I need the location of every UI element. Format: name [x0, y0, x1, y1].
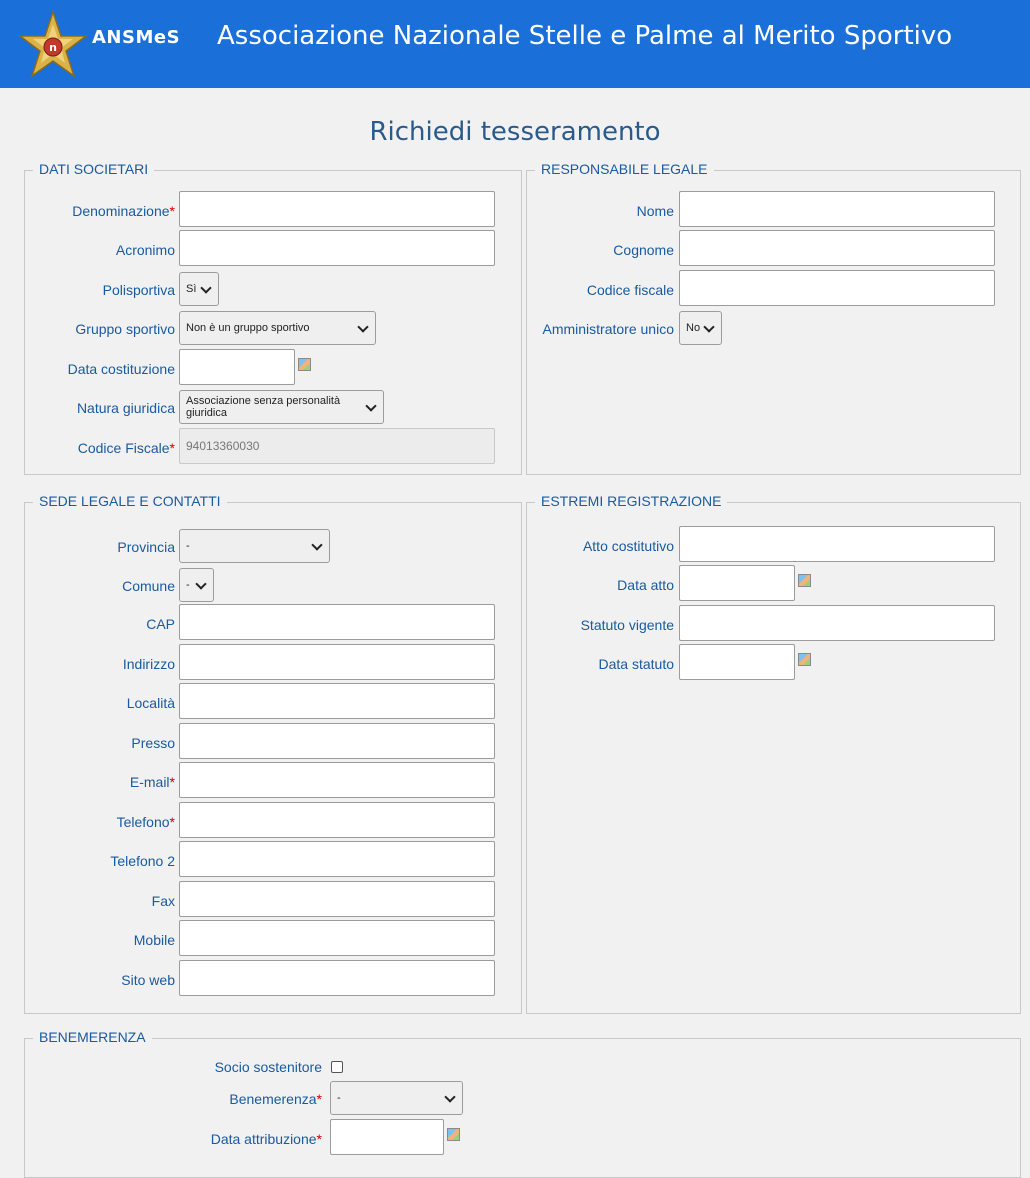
label-denominazione: Denominazione* — [72, 203, 175, 219]
atto-costitutivo-input[interactable] — [679, 526, 995, 562]
data-costituzione-input[interactable] — [179, 349, 295, 385]
label-natura-giuridica: Natura giuridica — [76, 400, 175, 416]
label-polisportiva: Polisportiva — [102, 282, 175, 298]
label-data-attribuzione: Data attribuzione* — [210, 1131, 322, 1147]
denominazione-input[interactable] — [179, 191, 495, 227]
legend-sede-legale: SEDE LEGALE E CONTATTI — [33, 493, 227, 509]
label-telefono2: Telefono 2 — [110, 853, 175, 869]
site-header: n ANSMeS Associazione Nazionale Stelle e… — [0, 0, 1030, 88]
statuto-vigente-input[interactable] — [679, 605, 995, 641]
chevron-down-icon — [703, 321, 715, 333]
label-email: E-mail* — [129, 774, 175, 790]
label-sito-web: Sito web — [121, 972, 175, 988]
label-localita: Località — [126, 695, 175, 711]
codice-fiscale-input[interactable] — [179, 428, 495, 464]
label-telefono: Telefono* — [116, 814, 175, 830]
fax-input[interactable] — [179, 881, 495, 917]
label-data-costituzione: Data costituzione — [67, 361, 175, 377]
legend-dati-societari: DATI SOCIETARI — [33, 161, 155, 177]
natura-giuridica-select[interactable]: Associazione senza personalità giuridica — [179, 390, 384, 424]
label-codice-fiscale-resp: Codice fiscale — [586, 282, 674, 298]
presso-input[interactable] — [179, 723, 495, 759]
calendar-icon[interactable] — [447, 1128, 460, 1141]
fieldset-estremi-registrazione: ESTREMI REGISTRAZIONE Atto costitutivo D… — [526, 493, 1021, 1014]
data-atto-input[interactable] — [679, 565, 795, 601]
legend-benemerenza: BENEMERENZA — [33, 1029, 152, 1045]
chevron-down-icon — [195, 578, 207, 590]
fieldset-sede-legale: SEDE LEGALE E CONTATTI Provincia - Comun… — [24, 493, 522, 1014]
brand-name: ANSMeS — [92, 27, 181, 48]
label-data-atto: Data atto — [617, 577, 674, 593]
acronimo-input[interactable] — [179, 230, 495, 266]
email-input[interactable] — [179, 762, 495, 798]
label-atto-costitutivo: Atto costitutivo — [582, 538, 674, 554]
fieldset-responsabile-legale: RESPONSABILE LEGALE Nome Cognome Codice … — [526, 161, 1021, 475]
chevron-down-icon — [311, 539, 323, 551]
label-nome: Nome — [636, 203, 674, 219]
star-logo-icon[interactable]: n — [18, 10, 88, 80]
localita-input[interactable] — [179, 683, 495, 719]
data-attribuzione-input[interactable] — [330, 1119, 444, 1155]
gruppo-sportivo-select[interactable]: Non è un gruppo sportivo — [179, 311, 376, 345]
label-data-statuto: Data statuto — [598, 656, 675, 672]
page-title: Richiedi tesseramento — [369, 117, 661, 147]
svg-text:n: n — [49, 41, 57, 54]
label-statuto-vigente: Statuto vigente — [580, 617, 674, 633]
chevron-down-icon — [444, 1091, 456, 1103]
socio-sostenitore-checkbox[interactable] — [331, 1061, 343, 1073]
label-cap: CAP — [146, 616, 175, 632]
sito-web-input[interactable] — [179, 960, 495, 996]
polisportiva-select[interactable]: Sì — [179, 272, 219, 306]
label-socio-sostenitore: Socio sostenitore — [214, 1059, 322, 1075]
calendar-icon[interactable] — [298, 358, 311, 371]
calendar-icon[interactable] — [798, 653, 811, 666]
label-indirizzo: Indirizzo — [122, 656, 175, 672]
legend-estremi-registrazione: ESTREMI REGISTRAZIONE — [535, 493, 728, 509]
codice-fiscale-resp-input[interactable] — [679, 270, 995, 306]
label-mobile: Mobile — [133, 932, 175, 948]
cap-input[interactable] — [179, 604, 495, 640]
label-fax: Fax — [151, 893, 175, 909]
label-presso: Presso — [131, 735, 175, 751]
label-benemerenza: Benemerenza* — [229, 1091, 322, 1107]
legend-responsabile-legale: RESPONSABILE LEGALE — [535, 161, 714, 177]
telefono-input[interactable] — [179, 802, 495, 838]
chevron-down-icon — [357, 321, 369, 333]
label-amministratore-unico: Amministratore unico — [542, 321, 675, 337]
label-provincia: Provincia — [117, 539, 175, 555]
benemerenza-select[interactable]: - — [330, 1081, 463, 1115]
comune-select[interactable]: - — [179, 568, 214, 602]
calendar-icon[interactable] — [798, 574, 811, 587]
label-codice-fiscale: Codice Fiscale* — [77, 440, 175, 456]
fieldset-benemerenza: BENEMERENZA Socio sostenitore Benemerenz… — [24, 1029, 1021, 1178]
fieldset-dati-societari: DATI SOCIETARI Denominazione* Acronimo P… — [24, 161, 522, 475]
label-comune: Comune — [122, 578, 175, 594]
amministratore-unico-select[interactable]: No — [679, 311, 722, 345]
label-gruppo-sportivo: Gruppo sportivo — [75, 321, 175, 337]
mobile-input[interactable] — [179, 920, 495, 956]
provincia-select[interactable]: - — [179, 529, 330, 563]
label-acronimo: Acronimo — [115, 242, 175, 258]
indirizzo-input[interactable] — [179, 644, 495, 680]
site-title: Associazione Nazionale Stelle e Palme al… — [217, 21, 953, 51]
chevron-down-icon — [200, 282, 212, 294]
cognome-input[interactable] — [679, 230, 995, 266]
data-statuto-input[interactable] — [679, 644, 795, 680]
label-cognome: Cognome — [613, 242, 674, 258]
telefono2-input[interactable] — [179, 841, 495, 877]
nome-input[interactable] — [679, 191, 995, 227]
